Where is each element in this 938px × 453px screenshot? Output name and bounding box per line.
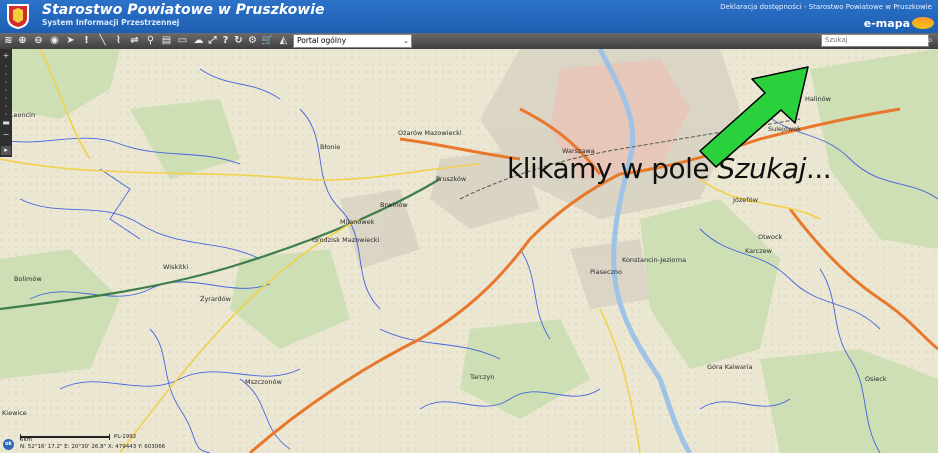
map-label-jozefow: Józefów [732,196,759,204]
chevron-down-icon: ⌄ [403,37,409,45]
search-input[interactable] [821,34,929,47]
cloud-icon[interactable]: ☁ [192,34,205,47]
info-icon[interactable]: ǃ [80,34,93,47]
map-label-brwinow: Brwinów [380,201,408,209]
scale-bar-graphic [20,434,110,440]
refresh-icon[interactable]: ↻ [232,34,245,47]
brand-label: e-mapa [863,17,910,30]
measure-area-icon[interactable]: ⌇ [112,34,125,47]
map-label-pruszkow: Pruszków [436,175,467,183]
coordinates-readout: N: 52°16' 17.2" E: 20°30' 26.8" X: 47944… [20,444,166,450]
annotation-italic: Szukaj [717,152,807,185]
scale-label: 5km [20,437,33,443]
app-header: Starostwo Powiatowe w Pruszkowie System … [0,0,938,34]
app-subtitle: System Informacji Przestrzennej [42,18,180,27]
crs-label: PL-1992 [114,434,137,440]
annotation-text: klikamy w pole [507,152,718,185]
map-toolbar: ≋ ⊕ ⊖ ◉ ➤ ǃ ╲ ⌇ ⇌ ⚲ ▤ ▭ ☁ ⤢ ? ↻ ⚙ 🛒 ◭ Po… [0,33,938,49]
map-label-mszczonow: Mszczonów [245,378,282,386]
zoom-slider-handle[interactable]: ▬ [2,119,10,127]
zoom-plus-icon[interactable]: + [2,52,10,60]
map-label-konstancin: Konstancin-Jeziorna [622,256,686,264]
full-extent-icon[interactable]: ◉ [48,34,61,47]
map-label-bolimow: Bolimów [14,275,42,283]
map-canvas[interactable]: Warszawa Ożarów Mazowiecki Pruszków Brwi… [0,49,938,453]
map-label-sulejowek: Sulejówek [768,125,801,133]
link-icon[interactable]: ⤢ [206,34,219,47]
map-label-karczew: Karczew [745,247,773,255]
map-label-gora-kalwaria: Góra Kalwaria [707,363,752,371]
export-icon[interactable]: ▭ [176,34,189,47]
expand-panel-icon[interactable]: ▸ [1,146,11,155]
map-label-osieck: Osieck [865,375,887,383]
instruction-annotation: klikamy w pole Szukaj... [507,152,832,185]
map-label-zyrardow: Żyrardów [200,294,232,303]
zoom-out-icon[interactable]: ⊖ [32,34,45,47]
print-icon[interactable]: ▤ [160,34,173,47]
map-label-piaseczno: Piaseczno [590,268,622,276]
annotation-ellipsis: ... [805,152,832,185]
map-label-tarczyn: Tarczyn [469,373,494,381]
route-icon[interactable]: ⇌ [128,34,141,47]
ok-button[interactable]: ok [3,439,14,450]
map-label-wiskitki: Wiskitki [163,263,188,271]
portal-select[interactable]: Portal ogólny ⌄ [293,34,412,48]
map-label-halinow: Halinów [805,95,832,103]
map-label-blonie: Błonie [320,143,340,151]
map-label-kiewice: Kiewice [2,409,27,417]
zoom-in-icon[interactable]: ⊕ [16,34,29,47]
cart-icon[interactable]: 🛒 [261,34,274,47]
style-icon[interactable]: ◭ [277,34,290,47]
portal-select-value: Portal ogólny [297,36,347,45]
measure-length-icon[interactable]: ╲ [96,34,109,47]
pan-icon[interactable]: ➤ [64,34,77,47]
map-label-grodzisk: Grodzisk Mazowiecki [312,236,380,244]
pin-icon[interactable]: ⚲ [144,34,157,47]
map-label-otwock: Otwock [758,233,783,241]
map-graphics: Warszawa Ożarów Mazowiecki Pruszków Brwi… [0,49,938,453]
map-side-panel: + · · · · · · · ▬ − [0,49,12,157]
county-crest-icon [7,4,29,29]
map-label-milanowek: Milanówek [340,218,375,226]
help-icon[interactable]: ? [219,34,232,47]
search-icon[interactable]: ⌕ [924,34,936,47]
scale-bar [20,434,110,442]
map-label-ozarow: Ożarów Mazowiecki [398,129,462,137]
map-label-leoncin: Leoncin [10,111,35,119]
layers-icon[interactable]: ≋ [2,34,15,47]
tools-icon[interactable]: ⚙ [246,34,259,47]
app-title: Starostwo Powiatowe w Pruszkowie [42,2,325,18]
accessibility-link[interactable]: Deklaracja dostępności - Starostwo Powia… [720,3,932,11]
brand-logo-icon [912,17,934,29]
zoom-minus-icon[interactable]: − [2,131,10,139]
